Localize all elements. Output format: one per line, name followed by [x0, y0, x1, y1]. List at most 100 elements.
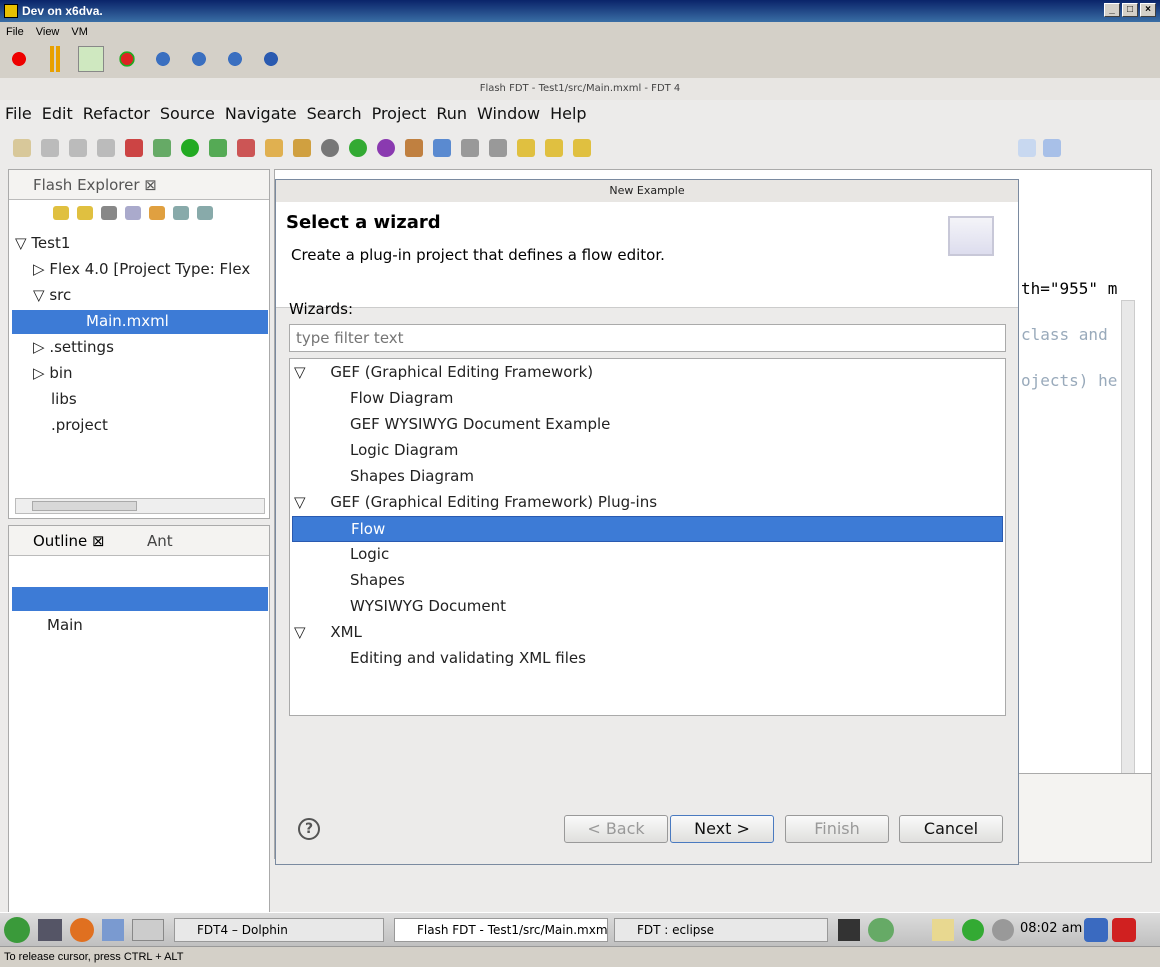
tree-item-libs[interactable]: libs: [51, 390, 77, 408]
tray-icon[interactable]: [868, 918, 894, 942]
list-view-icon[interactable]: [197, 206, 213, 220]
tree-item-shapes-diagram[interactable]: Shapes Diagram: [332, 467, 474, 485]
pause-icon[interactable]: [42, 46, 68, 72]
perspective-icon[interactable]: [1043, 139, 1061, 157]
cancel-button[interactable]: Cancel: [899, 815, 1003, 843]
menu-help[interactable]: Help: [545, 102, 591, 125]
back-nav-icon[interactable]: [53, 206, 69, 220]
pen-icon[interactable]: [293, 139, 311, 157]
tree-item-wysiwyg[interactable]: WYSIWYG Document: [332, 597, 506, 615]
menu-source[interactable]: Source: [155, 102, 220, 125]
back-button[interactable]: < Back: [564, 815, 668, 843]
stop-icon[interactable]: [6, 46, 32, 72]
tree-item-shapes[interactable]: Shapes: [332, 571, 405, 589]
task-flash-fdt[interactable]: Flash FDT - Test1/src/Main.mxml: [394, 918, 608, 942]
tree-item-flex-sdk[interactable]: ▷ Flex 4.0 [Project Type: Flex: [33, 260, 267, 278]
outline-item-selected[interactable]: [12, 587, 268, 611]
tree-category-xml[interactable]: ▽ XML: [294, 623, 362, 641]
gear-icon[interactable]: [321, 139, 339, 157]
tree-view-icon[interactable]: [173, 206, 189, 220]
help-icon[interactable]: ?: [298, 818, 320, 840]
back-icon[interactable]: [545, 139, 563, 157]
tree-item-xml-files[interactable]: Editing and validating XML files: [332, 649, 586, 667]
save-icon[interactable]: [41, 139, 59, 157]
menu-navigate[interactable]: Navigate: [220, 102, 302, 125]
close-button[interactable]: ×: [1140, 3, 1156, 17]
terminate-icon[interactable]: [125, 139, 143, 157]
outline-tab[interactable]: Outline ⊠: [15, 532, 105, 550]
vm-menu-view[interactable]: View: [30, 24, 66, 40]
menu-project[interactable]: Project: [367, 102, 432, 125]
link-editor-icon[interactable]: [149, 206, 165, 220]
task-dolphin[interactable]: FDT4 – Dolphin: [174, 918, 384, 942]
collapse-all-icon[interactable]: [125, 206, 141, 220]
forward-icon[interactable]: [573, 139, 591, 157]
save-all-icon[interactable]: [69, 139, 87, 157]
maximize-button[interactable]: □: [1122, 3, 1138, 17]
info-icon[interactable]: [992, 919, 1014, 941]
reset-icon[interactable]: [114, 46, 140, 72]
explorer-tab[interactable]: Flash Explorer ⊠: [15, 176, 157, 194]
menu-window[interactable]: Window: [472, 102, 545, 125]
tree-item-main-mxml[interactable]: Main.mxml: [12, 310, 268, 334]
windows-icon[interactable]: [433, 139, 451, 157]
task-eclipse[interactable]: FDT : eclipse: [614, 918, 828, 942]
clipboard-icon[interactable]: [932, 919, 954, 941]
package-icon[interactable]: [405, 139, 423, 157]
next-button[interactable]: Next >: [670, 815, 774, 843]
menu-search[interactable]: Search: [302, 102, 367, 125]
lock-icon[interactable]: [1084, 918, 1108, 942]
tree-item-logic-diagram[interactable]: Logic Diagram: [332, 441, 458, 459]
play-icon[interactable]: [78, 46, 104, 72]
tree-item-flow[interactable]: Flow: [292, 516, 1003, 542]
filter-input[interactable]: [289, 324, 1006, 352]
menu-refactor[interactable]: Refactor: [78, 102, 155, 125]
profile-icon[interactable]: [237, 139, 255, 157]
open-folder-icon[interactable]: [265, 139, 283, 157]
minimize-button[interactable]: _: [1104, 3, 1120, 17]
update-icon[interactable]: [962, 919, 984, 941]
vm-menu-vm[interactable]: VM: [65, 24, 94, 40]
tree-item-logic[interactable]: Logic: [332, 545, 389, 563]
debug-icon[interactable]: [153, 139, 171, 157]
forward-nav-icon[interactable]: [77, 206, 93, 220]
menu-run[interactable]: Run: [431, 102, 472, 125]
up-icon[interactable]: [101, 206, 117, 220]
terminal-icon[interactable]: [838, 919, 860, 941]
power-icon[interactable]: [1112, 918, 1136, 942]
new-class-icon[interactable]: [349, 139, 367, 157]
tree-item-test1[interactable]: ▽ Test1: [15, 234, 70, 252]
ant-tab[interactable]: Ant: [131, 532, 173, 550]
tree-item-gef-wysiwyg[interactable]: GEF WYSIWYG Document Example: [332, 415, 610, 433]
prev-annotation-icon[interactable]: [489, 139, 507, 157]
new-interface-icon[interactable]: [377, 139, 395, 157]
run-external-icon[interactable]: [209, 139, 227, 157]
file-manager-icon[interactable]: [102, 919, 124, 941]
new-icon[interactable]: [13, 139, 31, 157]
explorer-hscrollbar[interactable]: [15, 498, 265, 514]
open-perspective-icon[interactable]: [1018, 139, 1036, 157]
scroll-thumb[interactable]: [32, 501, 137, 511]
print-icon[interactable]: [97, 139, 115, 157]
manage-snapshots-icon[interactable]: [222, 46, 248, 72]
last-edit-icon[interactable]: [517, 139, 535, 157]
tree-item-flow-diagram[interactable]: Flow Diagram: [332, 389, 453, 407]
revert-snapshot-icon[interactable]: [186, 46, 212, 72]
next-annotation-icon[interactable]: [461, 139, 479, 157]
tree-item-src[interactable]: ▽ src: [33, 286, 71, 304]
outline-item-main[interactable]: Main: [31, 616, 83, 634]
editor-vscrollbar[interactable]: [1121, 300, 1135, 820]
start-menu-icon[interactable]: [4, 917, 30, 943]
tree-item-bin[interactable]: ▷ bin: [33, 364, 73, 382]
firefox-icon[interactable]: [70, 918, 94, 942]
vm-menu-file[interactable]: File: [0, 24, 30, 40]
tree-category-gef-plugins[interactable]: ▽ GEF (Graphical Editing Framework) Plug…: [294, 493, 657, 511]
snapshot-icon[interactable]: [150, 46, 176, 72]
desktop-icon[interactable]: [38, 919, 62, 941]
tree-item-project[interactable]: .project: [51, 416, 108, 434]
menu-file[interactable]: File: [0, 102, 37, 125]
menu-edit[interactable]: Edit: [37, 102, 78, 125]
run-icon[interactable]: [181, 139, 199, 157]
tree-item-settings[interactable]: ▷ .settings: [33, 338, 114, 356]
pager-icon[interactable]: [132, 919, 164, 941]
